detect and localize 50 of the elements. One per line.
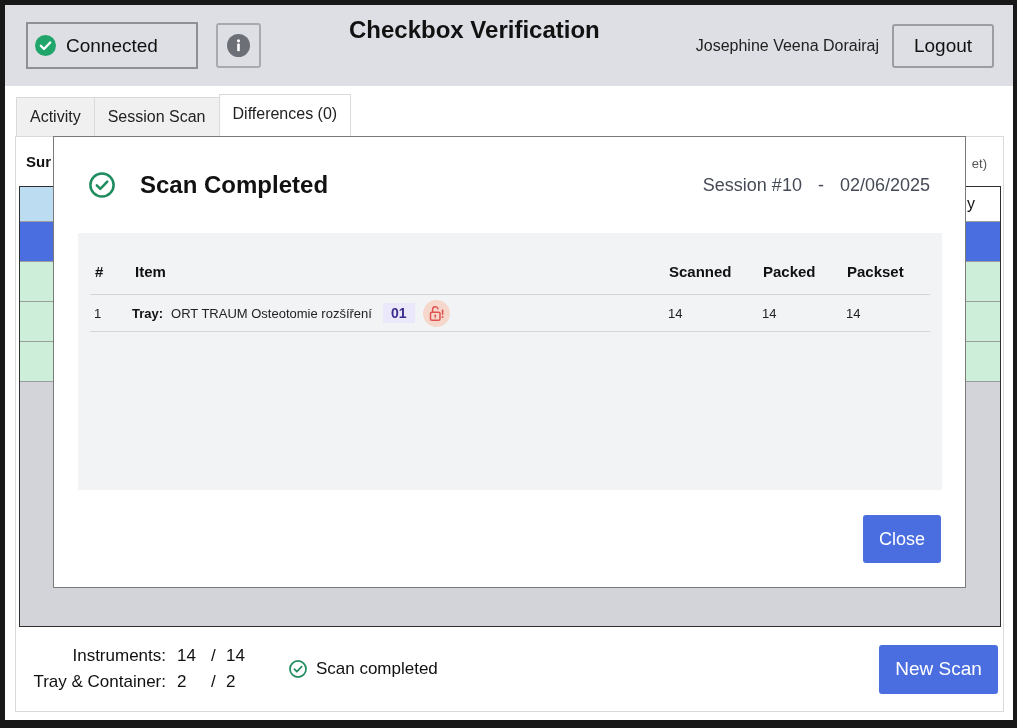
session-number: Session #10: [702, 174, 802, 196]
session-separator: -: [817, 174, 824, 196]
check-circle-icon: [288, 660, 307, 678]
count-total: 14: [226, 646, 245, 666]
section-note: et): [971, 155, 987, 171]
count-separator: /: [211, 646, 216, 666]
table-cell: 14: [846, 305, 861, 321]
count-separator: /: [211, 672, 216, 692]
table-cell[interactable]: [966, 342, 1000, 381]
app-title: Checkbox Verification: [349, 16, 600, 44]
count-total: 2: [226, 672, 236, 692]
item-name: ORT TRAUM Osteotomie rozšíření: [171, 305, 372, 321]
table-cell[interactable]: [966, 262, 1000, 301]
table-cell[interactable]: [20, 222, 53, 261]
count-value: 2: [177, 672, 187, 692]
dialog-title: Scan Completed: [140, 171, 329, 199]
table-header-cell: [20, 187, 53, 221]
tab[interactable]: Session Scan: [93, 97, 220, 136]
logout-button[interactable]: Logout: [892, 23, 994, 68]
table-cell[interactable]: [966, 302, 1000, 341]
info-button[interactable]: [216, 23, 261, 68]
connection-label: Connected: [66, 34, 158, 57]
tray-number-badge: 01: [382, 303, 415, 323]
column-header: Packset: [847, 263, 904, 280]
tab[interactable]: Differences (0): [218, 94, 352, 136]
column-header: #: [95, 263, 104, 280]
count-label: Tray & Container:: [33, 672, 166, 692]
count-label: Instruments:: [72, 646, 166, 666]
session-date: 02/06/2025: [839, 174, 930, 196]
close-button[interactable]: Close: [863, 515, 941, 563]
table-cell[interactable]: [966, 222, 1000, 261]
item-type-label: Tray:: [132, 305, 164, 321]
tab[interactable]: Activity: [16, 97, 95, 136]
user-name: Josephine Veena Dorairaj: [695, 36, 879, 55]
table-cell: 14: [762, 305, 777, 321]
count-value: 14: [177, 646, 196, 666]
table-cell: 1: [94, 305, 102, 321]
column-header: Item: [135, 263, 166, 280]
column-header: y: [967, 195, 975, 213]
column-header: Packed: [763, 263, 816, 280]
table-cell: 14: [668, 305, 683, 321]
column-header: Scanned: [669, 263, 732, 280]
info-icon: [227, 34, 250, 57]
table-cell[interactable]: [20, 262, 53, 301]
table-cell[interactable]: [20, 302, 53, 341]
section-heading: Sur: [26, 153, 51, 170]
table-cell[interactable]: [20, 342, 53, 381]
check-circle-icon: [89, 172, 115, 198]
new-scan-button[interactable]: New Scan: [879, 644, 998, 694]
status-text: Scan completed: [315, 659, 438, 679]
